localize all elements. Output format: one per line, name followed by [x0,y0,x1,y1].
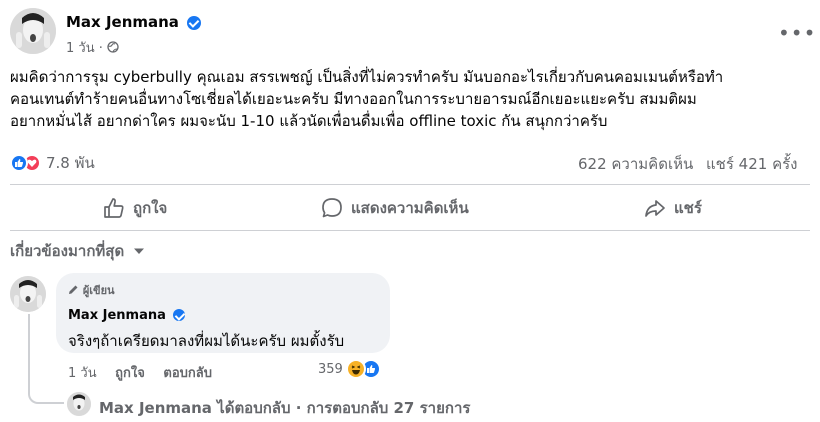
author-badge: ผู้เขียน [82,284,115,297]
reply-thread-line [28,314,64,404]
author-name[interactable]: Max Jenmana [66,13,179,31]
comment-reaction-count: 359 [318,361,343,377]
caret-down-icon [134,248,145,254]
like-label: ถูกใจ [133,199,168,217]
author-avatar[interactable] [10,8,56,54]
globe-icon [107,41,119,53]
comment-reply-button[interactable]: ตอบกลับ [163,366,212,381]
post-text-line: ผมคิดว่าการรุม cyberbully คุณเอม สรรเพชญ… [10,68,724,86]
reactions-summary[interactable]: 7.8 พัน [10,151,95,175]
sort-label: เกี่ยวข้องมากที่สุด [10,242,125,260]
shares-count[interactable]: แชร์ 421 ครั้ง [706,155,798,173]
verified-icon [187,15,202,30]
commenter-avatar[interactable] [10,276,46,312]
view-replies-link[interactable]: Max Jenmana ได้ตอบกลับ · การตอบกลับ 27 ร… [99,396,470,420]
verified-icon [172,308,185,321]
like-button[interactable]: ถูกใจ [103,196,167,220]
pencil-icon [69,285,78,294]
divider [10,230,810,231]
post-text: ผมคิดว่าการรุม cyberbully คุณเอม สรรเพชญ… [10,66,810,132]
comment-time[interactable]: 1 วัน [68,366,97,381]
comment-icon [322,198,342,218]
comment-reactions[interactable]: 359 [318,359,381,379]
post-text-line: คอนเทนต์ทำร้ายคนอื่นทางโซเชี่ยลได้เยอะนะ… [10,90,697,108]
divider [10,184,810,185]
comment-label: แสดงความคิดเห็น [351,199,469,217]
comment-button[interactable]: แสดงความคิดเห็น [321,196,469,220]
more-icon[interactable]: ••• [778,23,816,43]
comments-count[interactable]: 622 ความคิดเห็น [578,155,693,173]
comment-bubble: ผู้เขียน Max Jenmana จริงๆถ้าเครียดมาลงท… [56,273,390,353]
comment-author-name[interactable]: Max Jenmana [68,308,166,323]
share-icon [645,200,665,217]
post-time[interactable]: 1 วัน · [66,41,103,56]
comment-text: จริงๆถ้าเครียดมาลงที่ผมได้นะครับ ผมตั้งร… [68,332,345,350]
haha-reaction-icon [345,359,366,379]
reply-avatar[interactable] [67,392,91,416]
comment-sort-dropdown[interactable]: เกี่ยวข้องมากที่สุด [10,239,145,263]
comment-like-button[interactable]: ถูกใจ [115,366,145,381]
reactions-count: 7.8 พัน [46,154,95,172]
share-button[interactable]: แชร์ [644,196,702,220]
thumbs-up-icon [104,198,124,218]
post-text-line: อยากหมั่นไส้ อยากด่าใคร ผมจะนับ 1-10 แล้… [10,112,608,130]
like-reaction-icon [10,154,28,172]
share-label: แชร์ [674,199,702,217]
